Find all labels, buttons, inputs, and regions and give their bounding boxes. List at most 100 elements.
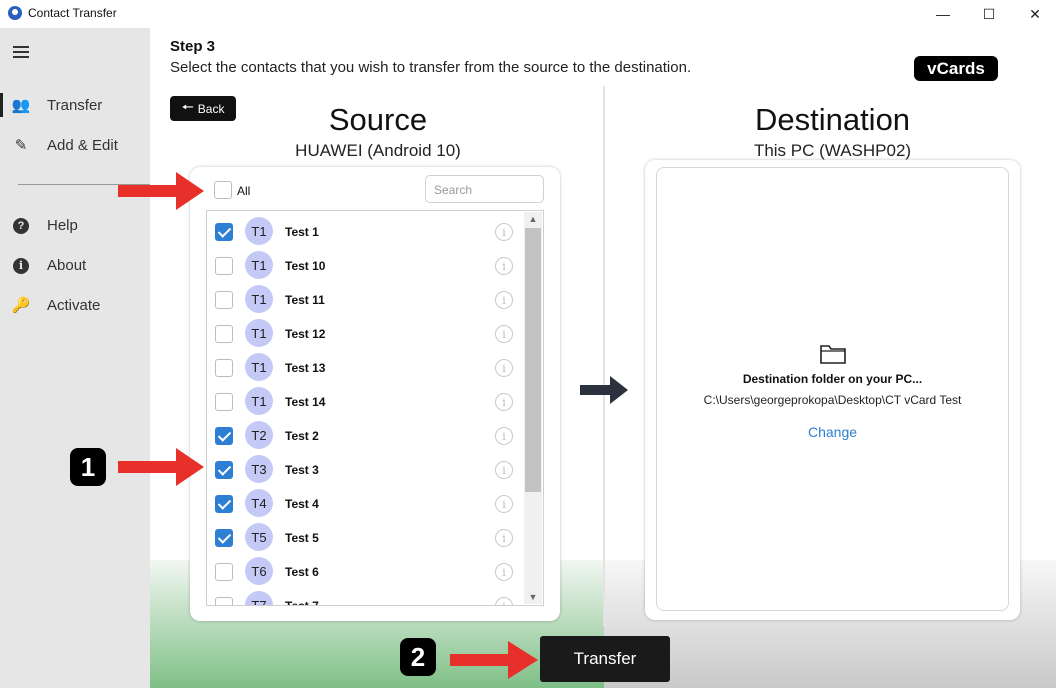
contact-row[interactable]: T2 Test 2 i — [207, 417, 525, 451]
contact-checkbox[interactable] — [215, 291, 233, 309]
annotation-badge-2: 2 — [400, 638, 436, 676]
info-icon[interactable]: i — [495, 359, 513, 377]
contact-checkbox[interactable] — [215, 529, 233, 547]
annotation-arrow-all-icon — [118, 172, 204, 210]
contact-avatar: T1 — [245, 319, 273, 347]
info-icon[interactable]: i — [495, 427, 513, 445]
contact-name: Test 10 — [285, 259, 326, 273]
contact-avatar: T1 — [245, 387, 273, 415]
sidebar-item-help[interactable]: ? Help — [0, 208, 150, 242]
pencil-icon: ✎ — [14, 137, 28, 154]
key-icon: 🔑 — [11, 297, 31, 314]
minimize-button[interactable]: — — [920, 0, 966, 28]
info-icon[interactable]: i — [495, 563, 513, 581]
people-icon: 👥 — [11, 97, 31, 114]
contact-checkbox[interactable] — [215, 495, 233, 513]
info-icon[interactable]: i — [495, 529, 513, 547]
contact-avatar: T6 — [245, 557, 273, 585]
sidebar-item-label: Transfer — [47, 96, 103, 114]
contact-name: Test 12 — [285, 327, 326, 341]
contact-name: Test 13 — [285, 361, 326, 375]
sidebar-item-label: About — [47, 256, 87, 274]
step-description: Select the contacts that you wish to tra… — [170, 59, 692, 76]
contact-row[interactable]: T4 Test 4 i — [207, 485, 525, 519]
info-icon[interactable]: i — [495, 495, 513, 513]
contact-name: Test 2 — [285, 429, 319, 443]
scroll-up-icon[interactable]: ▲ — [524, 214, 542, 224]
contact-row[interactable]: T1 Test 10 i — [207, 247, 525, 281]
search-input[interactable]: Search — [425, 175, 544, 203]
contact-checkbox[interactable] — [215, 257, 233, 275]
contact-row[interactable]: T5 Test 5 i — [207, 519, 525, 553]
contact-row[interactable]: T3 Test 3 i — [207, 451, 525, 485]
vcards-badge: vCards — [914, 56, 998, 81]
contact-row[interactable]: T1 Test 12 i — [207, 315, 525, 349]
contact-checkbox[interactable] — [215, 359, 233, 377]
contact-row[interactable]: T1 Test 13 i — [207, 349, 525, 383]
contact-checkbox[interactable] — [215, 461, 233, 479]
contact-name: Test 6 — [285, 565, 319, 579]
app-logo-icon — [8, 6, 22, 20]
sidebar-item-label: Activate — [47, 296, 101, 314]
info-icon[interactable]: i — [495, 461, 513, 479]
contact-checkbox[interactable] — [215, 563, 233, 581]
contact-checkbox[interactable] — [215, 427, 233, 445]
hamburger-menu-icon[interactable] — [13, 46, 29, 58]
info-icon[interactable]: i — [495, 223, 513, 241]
contact-name: Test 1 — [285, 225, 319, 239]
info-icon[interactable]: i — [495, 393, 513, 411]
annotation-arrow-1-icon — [118, 448, 204, 486]
source-device: HUAWEI (Android 10) — [295, 141, 461, 160]
annotation-badge-1: 1 — [70, 448, 106, 486]
contact-checkbox[interactable] — [215, 223, 233, 241]
change-folder-link[interactable]: Change — [656, 424, 1009, 440]
info-icon[interactable]: i — [495, 597, 513, 605]
scroll-down-icon[interactable]: ▼ — [524, 592, 542, 602]
info-icon: i — [11, 256, 31, 274]
step-title: Step 3 — [170, 38, 216, 55]
contact-avatar: T1 — [245, 251, 273, 279]
destination-device: This PC (WASHP02) — [753, 141, 912, 160]
contact-row[interactable]: T1 Test 14 i — [207, 383, 525, 417]
sidebar-item-about[interactable]: i About — [0, 248, 150, 282]
annotation-arrow-2-icon — [450, 641, 538, 679]
panel-divider — [603, 86, 605, 626]
contact-row[interactable]: T6 Test 6 i — [207, 553, 525, 587]
contact-list: T1 Test 1 i T1 Test 10 i T1 Test 11 i T1 Test 12 i T… — [206, 210, 544, 606]
info-icon[interactable]: i — [495, 325, 513, 343]
close-button[interactable]: ✕ — [1012, 0, 1056, 28]
scrollbar-thumb[interactable] — [525, 228, 541, 492]
contact-name: Test 5 — [285, 531, 319, 545]
select-all-label: All — [237, 184, 251, 198]
sidebar-item-add-edit[interactable]: ✎ Add & Edit — [0, 128, 150, 162]
contact-checkbox[interactable] — [215, 325, 233, 343]
contact-checkbox[interactable] — [215, 597, 233, 605]
maximize-button[interactable]: ☐ — [966, 0, 1012, 28]
source-heading: Source — [328, 102, 428, 137]
back-label: Back — [197, 101, 225, 116]
contact-row[interactable]: T7 Test 7 i — [207, 587, 525, 606]
help-icon: ? — [11, 216, 31, 234]
title-bar: Contact Transfer — ☐ ✕ — [0, 0, 1056, 28]
contact-avatar: T1 — [245, 285, 273, 313]
contact-row[interactable]: T1 Test 1 i — [207, 213, 525, 247]
sidebar-item-label: Add & Edit — [47, 136, 118, 154]
info-icon[interactable]: i — [495, 291, 513, 309]
sidebar-item-transfer[interactable]: 👥 Transfer — [0, 88, 150, 122]
contact-avatar: T7 — [245, 591, 273, 605]
contact-checkbox[interactable] — [215, 393, 233, 411]
sidebar-item-activate[interactable]: 🔑 Activate — [0, 288, 150, 322]
transfer-button[interactable]: Transfer — [540, 636, 670, 682]
destination-heading: Destination — [754, 102, 911, 137]
contact-avatar: T1 — [245, 217, 273, 245]
contact-name: Test 4 — [285, 497, 319, 511]
contact-avatar: T3 — [245, 455, 273, 483]
back-button[interactable]: 🠔 Back — [170, 96, 236, 121]
folder-icon — [820, 345, 846, 364]
contact-name: Test 7 — [285, 599, 319, 606]
destination-drop-area — [656, 167, 1009, 611]
select-all-checkbox[interactable] — [214, 181, 232, 199]
info-icon[interactable]: i — [495, 257, 513, 275]
contact-row[interactable]: T1 Test 11 i — [207, 281, 525, 315]
contact-avatar: T4 — [245, 489, 273, 517]
